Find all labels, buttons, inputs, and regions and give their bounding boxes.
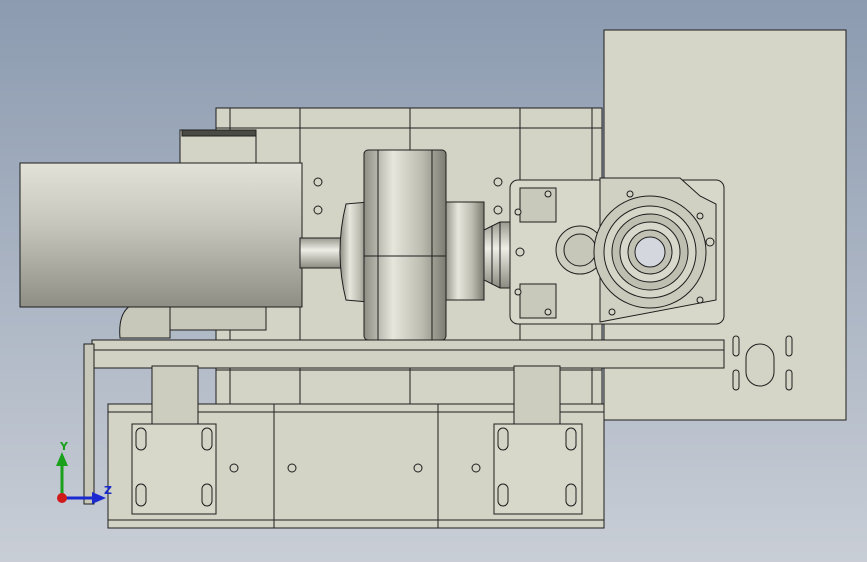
frame-hole bbox=[313, 205, 323, 215]
axis-x bbox=[57, 493, 67, 503]
support-leg-left bbox=[151, 365, 199, 427]
base-hole bbox=[229, 463, 239, 473]
clamp-slot bbox=[565, 427, 577, 451]
plate-slot bbox=[785, 335, 793, 357]
clamp-slot bbox=[135, 483, 147, 507]
bolt bbox=[705, 237, 715, 247]
plate-slot bbox=[732, 369, 740, 391]
clamp-slot bbox=[565, 483, 577, 507]
bolt bbox=[696, 212, 704, 220]
plate-slot bbox=[732, 335, 740, 357]
motor-shaft bbox=[299, 237, 347, 269]
cad-viewport[interactable]: Y Z bbox=[0, 0, 867, 562]
clamp-slot bbox=[135, 427, 147, 451]
bolt bbox=[514, 208, 522, 216]
base-hole bbox=[287, 463, 297, 473]
bolt bbox=[544, 308, 552, 316]
clamp-slot bbox=[201, 483, 213, 507]
clamp-slot bbox=[497, 427, 509, 451]
axis-z-label: Z bbox=[104, 484, 112, 497]
frame-hole bbox=[313, 177, 323, 187]
axis-y-label: Y bbox=[60, 440, 68, 453]
frame-hole bbox=[493, 205, 503, 215]
assembly-drawing[interactable] bbox=[0, 0, 867, 562]
bolt bbox=[696, 296, 704, 304]
main-rail bbox=[91, 339, 725, 369]
bolt bbox=[626, 190, 634, 198]
clamp-slot bbox=[497, 483, 509, 507]
bolt bbox=[515, 247, 525, 257]
coupling-hub-right bbox=[443, 201, 485, 301]
motor-body bbox=[19, 162, 303, 308]
plate-slot bbox=[785, 369, 793, 391]
support-leg-right bbox=[513, 365, 561, 427]
bolt bbox=[544, 190, 552, 198]
base-hole bbox=[471, 463, 481, 473]
plate-slot bbox=[745, 343, 775, 387]
output-shaft-bore bbox=[634, 236, 666, 268]
clamp-slot bbox=[201, 427, 213, 451]
axis-triad bbox=[56, 452, 106, 504]
frame-hole bbox=[493, 177, 503, 187]
bolt bbox=[608, 308, 616, 316]
motor-foot bbox=[169, 305, 267, 331]
bolt bbox=[514, 288, 522, 296]
coupling-drum bbox=[363, 149, 447, 341]
base-hole bbox=[413, 463, 423, 473]
